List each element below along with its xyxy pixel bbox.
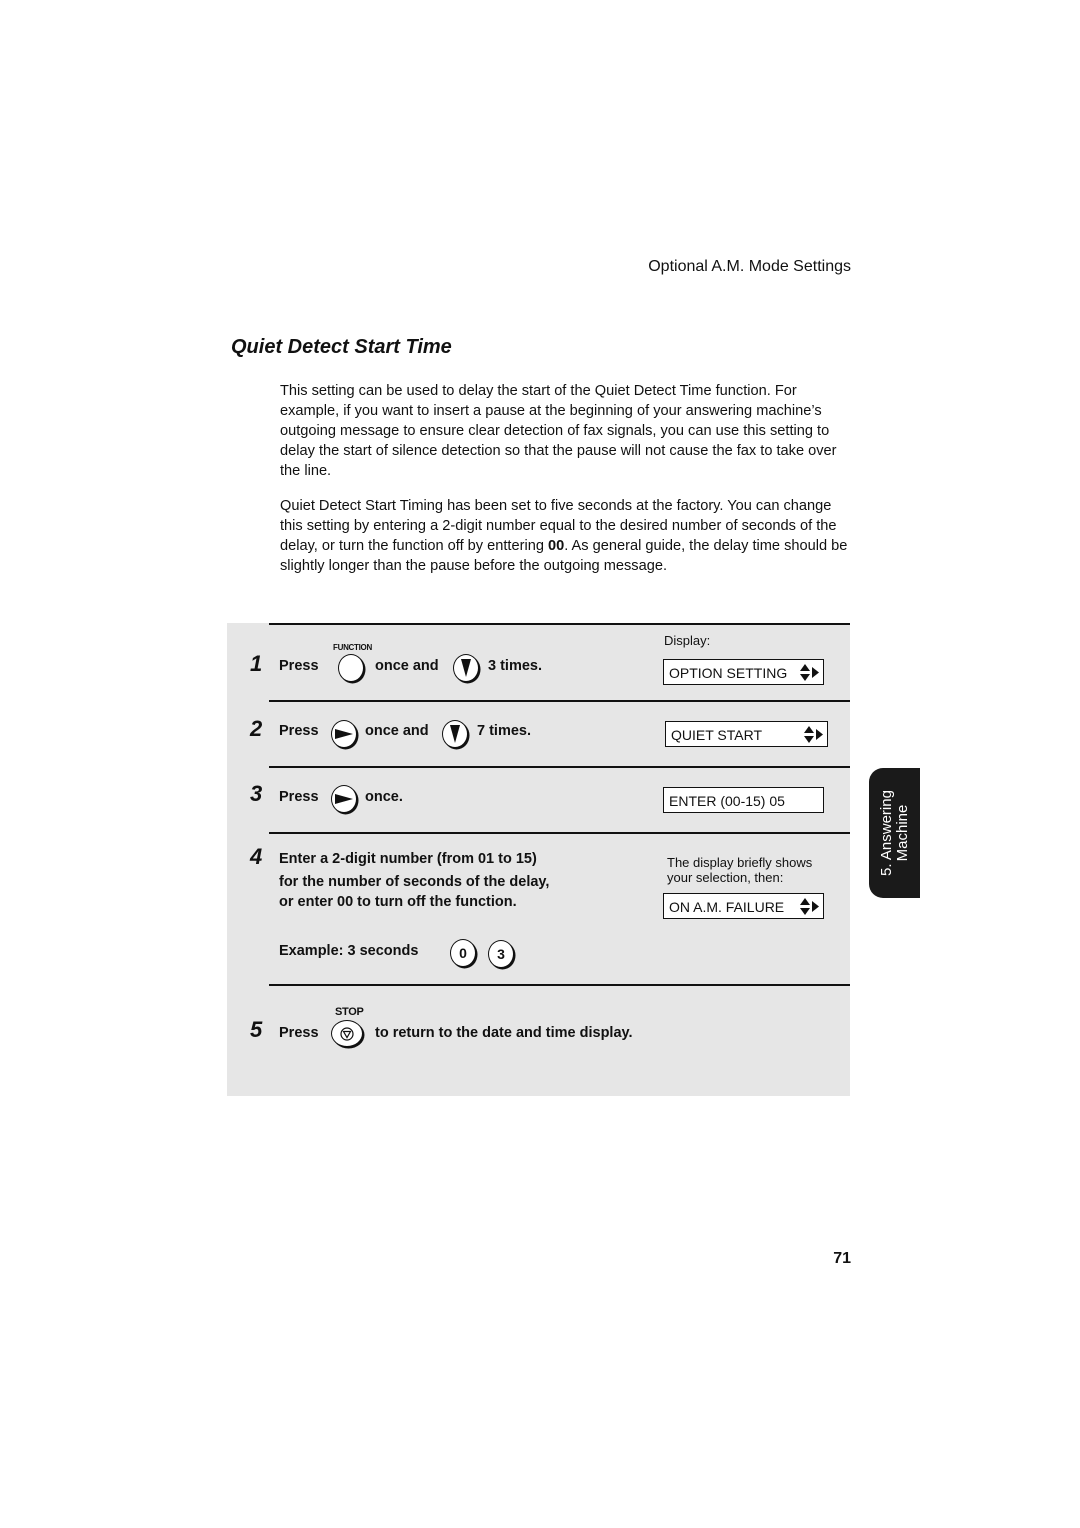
lcd-text: OPTION SETTING	[669, 665, 788, 681]
lcd-display: QUIET START	[665, 721, 828, 747]
right-arrow-key-icon	[331, 785, 357, 813]
down-arrow-key-icon	[442, 720, 468, 748]
bold-value: 00	[548, 538, 565, 554]
chapter-tab-label: 5. Answering Machine	[877, 790, 911, 876]
paragraph-factory-setting: Quiet Detect Start Timing has been set t…	[280, 496, 850, 576]
lcd-text: ENTER (00-15) 05	[669, 793, 785, 809]
chapter-tab: 5. Answering Machine	[869, 768, 920, 898]
step-text: Press	[279, 658, 319, 674]
steps-panel: Display: 1 Press FUNCTION once and 3 tim…	[227, 623, 850, 1096]
example-label: Example: 3 seconds	[279, 943, 419, 959]
step-text: for the number of seconds of the delay,	[279, 874, 550, 890]
step-text: once and	[375, 658, 439, 674]
step-text: Enter a 2-digit number (from 01 to 15)	[279, 851, 537, 867]
step-text: or enter 00 to turn off the function.	[279, 894, 517, 910]
divider	[269, 766, 850, 768]
lcd-display: OPTION SETTING	[663, 659, 824, 685]
down-arrow-key-icon	[453, 654, 479, 682]
step-number: 1	[250, 651, 263, 676]
divider	[269, 623, 850, 625]
chapter-tab-line: Machine	[893, 804, 911, 862]
display-note: The display briefly shows your selection…	[667, 855, 813, 885]
lcd-display: ON A.M. FAILURE	[663, 893, 824, 919]
running-head: Optional A.M. Mode Settings	[648, 258, 851, 275]
stop-key-label: STOP	[335, 1006, 364, 1018]
display-label: Display:	[664, 633, 711, 648]
step-text: Press	[279, 789, 319, 805]
section-title: Quiet Detect Start Time	[231, 336, 452, 358]
function-key-icon	[338, 654, 364, 682]
step-text: Press	[279, 1025, 319, 1041]
chapter-tab-line: 5. Answering	[877, 790, 895, 876]
digit-key-3: 3	[488, 940, 514, 968]
lcd-display: ENTER (00-15) 05	[663, 787, 824, 813]
paragraph-intro: This setting can be used to delay the st…	[280, 383, 837, 479]
step-text: once.	[365, 789, 403, 805]
right-arrow-key-icon	[331, 720, 357, 748]
step-text: 3 times.	[488, 658, 542, 674]
up-down-right-arrows-icon	[804, 726, 823, 743]
stop-key-icon	[331, 1020, 363, 1047]
step-text: to return to the date and time display.	[375, 1025, 633, 1041]
divider	[269, 700, 850, 702]
step-text: Press	[279, 723, 319, 739]
up-down-right-arrows-icon	[800, 898, 819, 915]
lcd-text: QUIET START	[671, 727, 763, 743]
divider	[269, 984, 850, 986]
digit-key-0: 0	[450, 939, 476, 967]
up-down-right-arrows-icon	[800, 664, 819, 681]
step-number: 4	[250, 844, 263, 869]
step-number: 5	[250, 1017, 263, 1042]
step-text: 7 times.	[477, 723, 531, 739]
divider	[269, 832, 850, 834]
step-number: 2	[250, 716, 263, 741]
lcd-text: ON A.M. FAILURE	[669, 899, 785, 915]
page-number: 71	[833, 1250, 851, 1267]
function-key-label: FUNCTION	[333, 643, 372, 652]
step-text: once and	[365, 723, 429, 739]
step-number: 3	[250, 781, 263, 806]
